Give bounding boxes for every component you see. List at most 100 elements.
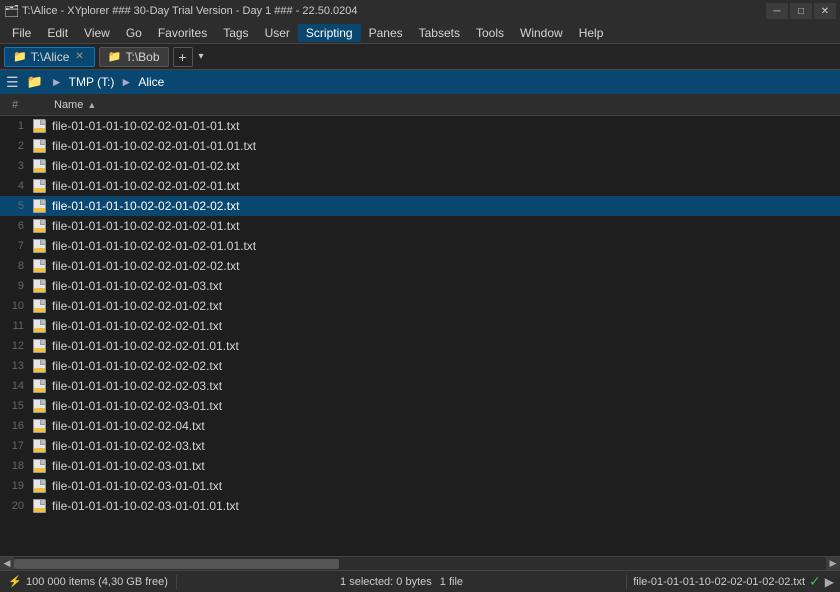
- file-name: file-01-01-01-10-02-02-01-02-01.txt: [50, 219, 830, 233]
- scroll-track[interactable]: [14, 559, 826, 569]
- breadcrumb-arrow-1: ►: [51, 75, 63, 89]
- row-number: 14: [0, 380, 30, 392]
- menu-item-tabsets[interactable]: Tabsets: [411, 24, 468, 42]
- menu-item-file[interactable]: File: [4, 24, 39, 42]
- row-number: 6: [0, 220, 30, 232]
- menu-item-tags[interactable]: Tags: [215, 24, 256, 42]
- column-header: # Name ▲: [0, 94, 840, 116]
- file-type-icon: [30, 299, 50, 313]
- row-number: 5: [0, 200, 30, 212]
- file-type-icon: [30, 179, 50, 193]
- address-menu-button[interactable]: ☰: [6, 74, 19, 91]
- file-name: file-01-01-01-10-02-02-02-03.txt: [50, 379, 830, 393]
- close-button[interactable]: ✕: [814, 3, 836, 19]
- menu-item-favorites[interactable]: Favorites: [150, 24, 215, 42]
- row-number: 4: [0, 180, 30, 192]
- file-type-icon: [30, 419, 50, 433]
- file-name: file-01-01-01-10-02-02-02-01.txt: [50, 319, 830, 333]
- table-row[interactable]: 11file-01-01-01-10-02-02-02-01.txt: [0, 316, 840, 336]
- table-row[interactable]: 8file-01-01-01-10-02-02-01-02-02.txt: [0, 256, 840, 276]
- table-row[interactable]: 5file-01-01-01-10-02-02-01-02-02.txt: [0, 196, 840, 216]
- file-type-icon: [30, 199, 50, 213]
- file-type-icon: [30, 439, 50, 453]
- app-icon: 🗂: [4, 4, 18, 18]
- table-row[interactable]: 4file-01-01-01-10-02-02-01-02-01.txt: [0, 176, 840, 196]
- tab-alice[interactable]: 📁 T:\Alice ✕: [4, 47, 95, 67]
- tab-bob[interactable]: 📁 T:\Bob: [99, 47, 169, 67]
- menu-item-window[interactable]: Window: [512, 24, 571, 42]
- file-name: file-01-01-01-10-02-03-01-01.01.txt: [50, 499, 830, 513]
- breadcrumb-folder-icon: 📁: [27, 74, 43, 90]
- scroll-right-button[interactable]: ▶: [826, 557, 840, 571]
- file-rows[interactable]: 1file-01-01-01-10-02-02-01-01-01.txt2fil…: [0, 116, 840, 556]
- folder-icon-bob: 📁: [108, 50, 122, 63]
- add-tab-button[interactable]: +: [173, 47, 193, 67]
- col-name-header[interactable]: Name ▲: [50, 99, 830, 111]
- table-row[interactable]: 17file-01-01-01-10-02-02-03.txt: [0, 436, 840, 456]
- breadcrumb-alice[interactable]: Alice: [138, 75, 164, 89]
- table-row[interactable]: 1file-01-01-01-10-02-02-01-01-01.txt: [0, 116, 840, 136]
- table-row[interactable]: 19file-01-01-01-10-02-03-01-01.txt: [0, 476, 840, 496]
- file-name: file-01-01-01-10-02-02-01-03.txt: [50, 279, 830, 293]
- minimize-button[interactable]: ─: [766, 3, 788, 19]
- table-row[interactable]: 13 file-01-01-01-10-02-02-02-02.txt: [0, 356, 840, 376]
- table-row[interactable]: 15file-01-01-01-10-02-02-03-01.txt: [0, 396, 840, 416]
- file-name: file-01-01-01-10-02-03-01.txt: [50, 459, 830, 473]
- menu-item-tools[interactable]: Tools: [468, 24, 512, 42]
- file-name: file-01-01-01-10-02-02-01-02-01.01.txt: [50, 239, 830, 253]
- menu-item-help[interactable]: Help: [571, 24, 612, 42]
- scroll-left-button[interactable]: ◀: [0, 557, 14, 571]
- scroll-thumb[interactable]: [14, 559, 339, 569]
- tab-alice-close[interactable]: ✕: [73, 51, 85, 62]
- row-number: 9: [0, 280, 30, 292]
- horizontal-scrollbar[interactable]: ◀ ▶: [0, 556, 840, 570]
- table-row[interactable]: 16file-01-01-01-10-02-02-04.txt: [0, 416, 840, 436]
- folder-icon: 📁: [13, 50, 27, 63]
- table-row[interactable]: 10file-01-01-01-10-02-02-01-02.txt: [0, 296, 840, 316]
- file-type-icon: [30, 319, 50, 333]
- status-arrow-right-icon: ▶: [825, 575, 834, 589]
- tab-alice-label: T:\Alice: [31, 50, 70, 64]
- menu-item-panes[interactable]: Panes: [361, 24, 411, 42]
- table-row[interactable]: 7file-01-01-01-10-02-02-01-02-01.01.txt: [0, 236, 840, 256]
- status-left: ⚡ 100 000 items (4,30 GB free): [0, 575, 176, 589]
- file-list-container: # Name ▲ 1file-01-01-01-10-02-02-01-01-0…: [0, 94, 840, 570]
- file-name: file-01-01-01-10-02-02-01-02.txt: [50, 299, 830, 313]
- row-number: 16: [0, 420, 30, 432]
- row-number: 2: [0, 140, 30, 152]
- file-type-icon: [30, 119, 50, 133]
- table-row[interactable]: 14 file-01-01-01-10-02-02-02-03.txt: [0, 376, 840, 396]
- menu-item-scripting[interactable]: Scripting: [298, 24, 361, 42]
- row-number: 12: [0, 340, 30, 352]
- tab-dropdown-button[interactable]: ▾: [199, 51, 204, 62]
- title-bar-text: T:\Alice - XYplorer ### 30-Day Trial Ver…: [22, 5, 357, 17]
- file-type-icon: [30, 239, 50, 253]
- row-number: 1: [0, 120, 30, 132]
- breadcrumb-tmp[interactable]: TMP (T:): [69, 75, 115, 89]
- row-number: 20: [0, 500, 30, 512]
- row-number: 13: [0, 360, 30, 372]
- row-number: 8: [0, 260, 30, 272]
- menu-item-edit[interactable]: Edit: [39, 24, 76, 42]
- table-row[interactable]: 20 file-01-01-01-10-02-03-01-01.01.txt: [0, 496, 840, 516]
- file-name: file-01-01-01-10-02-02-02-02.txt: [50, 359, 830, 373]
- table-row[interactable]: 6 file-01-01-01-10-02-02-01-02-01.txt: [0, 216, 840, 236]
- status-check-icon: ✓: [809, 573, 821, 590]
- row-number: 19: [0, 480, 30, 492]
- table-row[interactable]: 3file-01-01-01-10-02-02-01-01-02.txt: [0, 156, 840, 176]
- title-bar: 🗂 T:\Alice - XYplorer ### 30-Day Trial V…: [0, 0, 840, 22]
- file-type-icon: [30, 399, 50, 413]
- table-row[interactable]: 18file-01-01-01-10-02-03-01.txt: [0, 456, 840, 476]
- menu-item-user[interactable]: User: [257, 24, 298, 42]
- table-row[interactable]: 2file-01-01-01-10-02-02-01-01-01.01.txt: [0, 136, 840, 156]
- menu-item-view[interactable]: View: [76, 24, 118, 42]
- file-type-icon: [30, 159, 50, 173]
- maximize-button[interactable]: □: [790, 3, 812, 19]
- table-row[interactable]: 9 file-01-01-01-10-02-02-01-03.txt: [0, 276, 840, 296]
- file-type-icon: [30, 479, 50, 493]
- file-type-icon: [30, 339, 50, 353]
- table-row[interactable]: 12file-01-01-01-10-02-02-02-01.01.txt: [0, 336, 840, 356]
- menu-item-go[interactable]: Go: [118, 24, 150, 42]
- file-type-icon: [30, 459, 50, 473]
- title-bar-left: 🗂 T:\Alice - XYplorer ### 30-Day Trial V…: [4, 4, 357, 18]
